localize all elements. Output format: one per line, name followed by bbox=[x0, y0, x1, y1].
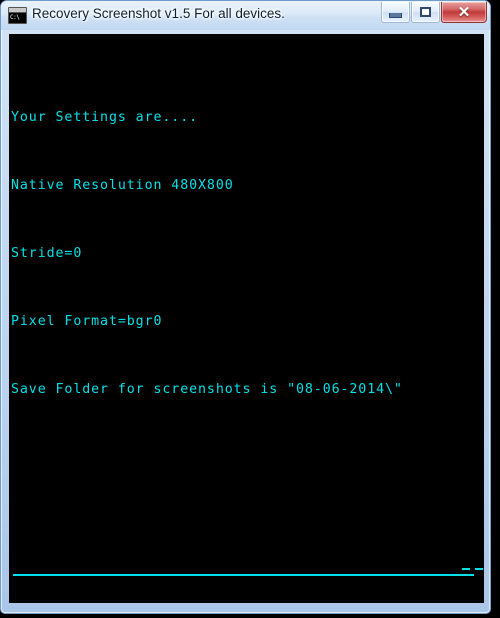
separator-line-segment bbox=[13, 574, 474, 576]
separator-dash-tail bbox=[462, 568, 484, 570]
close-icon: ✕ bbox=[457, 4, 471, 21]
console-icon: C:\ bbox=[8, 7, 27, 24]
console-icon-prompt-text: C:\ bbox=[10, 14, 20, 21]
restore-icon bbox=[412, 2, 439, 22]
console-window: C:\ Recovery Screenshot v1.5 For all dev… bbox=[0, 0, 491, 614]
console-output: Your Settings are.... Native Resolution … bbox=[9, 34, 484, 603]
save-folder-line: Save Folder for screenshots is "08-06-20… bbox=[11, 382, 403, 397]
stride-line: Stride=0 bbox=[11, 246, 83, 261]
restore-button[interactable] bbox=[411, 2, 440, 23]
console-client-area[interactable]: Your Settings are.... Native Resolution … bbox=[9, 34, 484, 603]
minimize-icon bbox=[382, 2, 409, 22]
settings-header-line: Your Settings are.... bbox=[11, 110, 199, 125]
minimize-button[interactable] bbox=[381, 2, 410, 23]
native-resolution-line: Native Resolution 480X800 bbox=[11, 178, 234, 193]
close-button[interactable]: ✕ bbox=[441, 2, 487, 23]
separator-rule-top bbox=[11, 558, 484, 583]
desktop-background: C:\ Recovery Screenshot v1.5 For all dev… bbox=[0, 0, 500, 618]
pixel-format-line: Pixel Format=bgr0 bbox=[11, 314, 163, 329]
caption-button-group: ✕ bbox=[380, 2, 487, 24]
window-title-bar[interactable]: C:\ Recovery Screenshot v1.5 For all dev… bbox=[1, 1, 490, 30]
window-title: Recovery Screenshot v1.5 For all devices… bbox=[32, 6, 285, 21]
